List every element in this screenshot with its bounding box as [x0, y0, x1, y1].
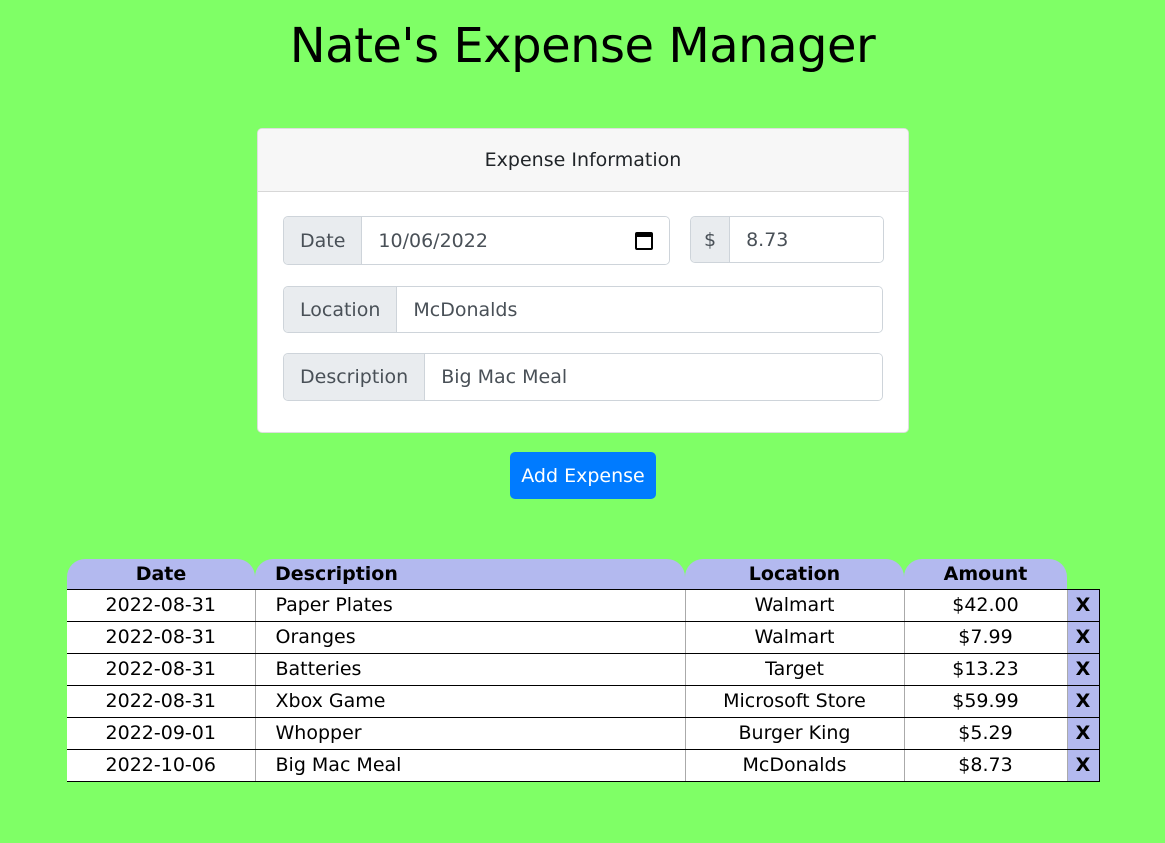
amount-input-group: $ 8.73: [690, 216, 884, 263]
row-description: Big Mac Meal: [255, 749, 686, 782]
row-location: Walmart: [685, 589, 905, 622]
header-date: Date: [67, 559, 255, 590]
calendar-icon[interactable]: [635, 231, 653, 250]
table-row: 2022-09-01 Whopper Burger King $5.29 X: [67, 716, 1100, 750]
dollar-prefix: $: [691, 217, 731, 262]
table-row: 2022-08-31 Oranges Walmart $7.99 X: [67, 620, 1100, 654]
page-title: Nate's Expense Manager: [289, 18, 876, 74]
table-row: 2022-08-31 Paper Plates Walmart $42.00 X: [67, 588, 1100, 622]
row-date: 2022-08-31: [67, 685, 256, 718]
date-value: 10/06/2022: [378, 229, 488, 252]
header-description: Description: [255, 559, 685, 590]
amount-input[interactable]: 8.73: [730, 217, 883, 262]
description-label: Description: [284, 354, 426, 400]
row-location: Burger King: [685, 717, 905, 750]
date-input[interactable]: 10/06/2022: [362, 217, 669, 264]
date-label: Date: [284, 217, 363, 264]
row-amount: $42.00: [904, 589, 1068, 622]
row-amount: $5.29: [904, 717, 1068, 750]
header-amount: Amount: [904, 559, 1067, 590]
row-location: Target: [685, 653, 905, 686]
delete-row-button[interactable]: X: [1066, 588, 1100, 622]
location-label: Location: [284, 287, 398, 332]
location-input-group: Location McDonalds: [283, 286, 883, 333]
row-amount: $7.99: [904, 621, 1068, 654]
row-description: Xbox Game: [255, 685, 686, 718]
description-input-group: Description Big Mac Meal: [283, 353, 883, 401]
row-location: McDonalds: [685, 749, 905, 782]
row-date: 2022-10-06: [67, 749, 256, 782]
header-delete-spacer: [1067, 559, 1099, 589]
delete-row-button[interactable]: X: [1066, 620, 1100, 654]
add-expense-button[interactable]: Add Expense: [510, 452, 656, 499]
expense-table: Date Description Location Amount 2022-08…: [67, 559, 1100, 782]
date-input-group: Date 10/06/2022: [283, 216, 670, 265]
row-location: Microsoft Store: [685, 685, 905, 718]
header-location: Location: [685, 559, 904, 590]
row-description: Batteries: [255, 653, 686, 686]
location-input[interactable]: McDonalds: [397, 287, 882, 332]
delete-row-button[interactable]: X: [1066, 652, 1100, 686]
table-row: 2022-08-31 Batteries Target $13.23 X: [67, 652, 1100, 686]
row-date: 2022-08-31: [67, 621, 256, 654]
table-header-row: Date Description Location Amount: [67, 559, 1099, 590]
row-amount: $8.73: [904, 749, 1068, 782]
row-date: 2022-09-01: [67, 717, 256, 750]
row-description: Paper Plates: [255, 589, 686, 622]
row-location: Walmart: [685, 621, 905, 654]
row-description: Whopper: [255, 717, 686, 750]
row-amount: $13.23: [904, 653, 1068, 686]
row-date: 2022-08-31: [67, 653, 256, 686]
row-description: Oranges: [255, 621, 686, 654]
table-row: 2022-10-06 Big Mac Meal McDonalds $8.73 …: [67, 748, 1100, 782]
row-amount: $59.99: [904, 685, 1068, 718]
row-date: 2022-08-31: [67, 589, 256, 622]
card-header: Expense Information: [258, 129, 908, 192]
delete-row-button[interactable]: X: [1066, 684, 1100, 718]
delete-row-button[interactable]: X: [1066, 716, 1100, 750]
description-input[interactable]: Big Mac Meal: [425, 354, 882, 400]
table-row: 2022-08-31 Xbox Game Microsoft Store $59…: [67, 684, 1100, 718]
delete-row-button[interactable]: X: [1066, 748, 1100, 782]
expense-form-card: Expense Information Date 10/06/2022 $ 8.…: [257, 128, 909, 433]
